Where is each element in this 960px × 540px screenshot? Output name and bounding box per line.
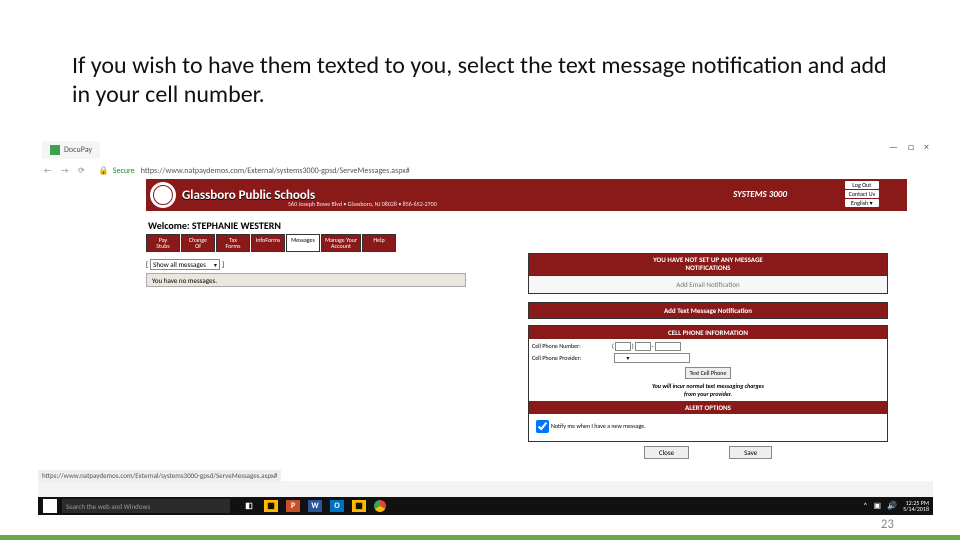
exchange-input[interactable] [635, 342, 651, 351]
tab-help[interactable]: Help [362, 234, 396, 252]
cell-info-header: CELL PHONE INFORMATION [529, 326, 887, 339]
no-notifications-banner: YOU HAVE NOT SET UP ANY MESSAGENOTIFICAT… [528, 253, 888, 276]
welcome-name: STEPHANIE WESTERN [192, 219, 281, 232]
bracket: ] [222, 260, 224, 269]
welcome-label: Welcome: [148, 219, 190, 232]
save-button[interactable]: Save [729, 446, 772, 459]
main-nav: PayStubs ChangeOf TaxForms InfoForms Mes… [146, 234, 396, 252]
slide-number: 23 [881, 517, 894, 532]
add-email-notification[interactable]: Add Email Notification [528, 275, 888, 294]
volume-icon[interactable]: 🔊 [887, 501, 897, 511]
page-content: Glassboro Public Schools 560 Joseph Bowe… [38, 179, 933, 481]
area-code-input[interactable] [615, 342, 631, 351]
taskbar-clock[interactable]: 12:25 PM5/14/2018 [903, 500, 929, 512]
lock-icon: 🔒 [99, 166, 109, 176]
charge-note: You will incur normal text messaging cha… [532, 382, 884, 398]
no-messages-box: You have no messages. [146, 273, 466, 287]
site-header: Glassboro Public Schools 560 Joseph Bowe… [146, 179, 907, 211]
chrome-tab-strip: DocuPay — □ × [38, 138, 933, 162]
browser-tab[interactable]: DocuPay [42, 141, 100, 159]
language-select[interactable]: English ▾ [845, 199, 879, 207]
nav-back-forward[interactable]: ← → ⟳ [44, 166, 89, 176]
system-brand: SYSTEMS 3000 [733, 189, 787, 200]
paren: ( [612, 342, 614, 350]
chrome-icon[interactable] [374, 500, 386, 512]
embedded-screenshot: DocuPay — □ × ← → ⟳ 🔒 Secure https://www… [38, 138, 933, 515]
notify-label: Notify me when I have a new message. [551, 422, 646, 430]
provider-label: Cell Phone Provider: [532, 354, 612, 362]
tab-title: DocuPay [64, 145, 92, 155]
cell-phone-section: CELL PHONE INFORMATION Cell Phone Number… [528, 325, 888, 442]
url-text[interactable]: https://www.natpaydemos.com/External/sys… [141, 166, 410, 176]
filter-dropdown[interactable]: Show all messages [150, 259, 220, 270]
add-text-notification[interactable]: Add Text Message Notification [528, 302, 888, 319]
tab-tax-forms[interactable]: TaxForms [216, 234, 250, 252]
close-button[interactable]: Close [644, 446, 689, 459]
provider-dropdown[interactable] [614, 353, 690, 363]
window-controls: — □ × [889, 140, 929, 153]
contact-link[interactable]: Contact Us [845, 190, 879, 198]
notify-checkbox[interactable] [536, 420, 549, 433]
slide-instruction: If you wish to have them texted to you, … [72, 52, 892, 110]
file-explorer-icon[interactable]: ▦ [264, 500, 278, 512]
district-address: 560 Joseph Bowe Blvd • Glassboro, NJ 080… [288, 200, 437, 208]
outlook-icon[interactable]: O [330, 500, 344, 512]
window-close[interactable]: × [924, 140, 929, 153]
notifications-panel: YOU HAVE NOT SET UP ANY MESSAGENOTIFICAT… [528, 253, 888, 459]
taskbar-search[interactable]: Search the web and Windows [62, 499, 230, 513]
powerpoint-icon[interactable]: P [286, 500, 300, 512]
windows-taskbar: Search the web and Windows ◧ ▦ P W O ▦ ˄… [38, 497, 933, 515]
district-logo [150, 182, 176, 208]
word-icon[interactable]: W [308, 500, 322, 512]
tab-favicon [50, 145, 60, 155]
logout-link[interactable]: Log Out [845, 181, 879, 189]
start-button[interactable] [43, 499, 57, 513]
address-bar: ← → ⟳ 🔒 Secure https://www.natpaydemos.c… [38, 162, 933, 180]
window-maximize[interactable]: □ [908, 140, 914, 153]
tray-up-icon[interactable]: ˄ [863, 501, 867, 511]
cell-number-label: Cell Phone Number: [532, 342, 612, 350]
alert-options-header: ALERT OPTIONS [529, 401, 887, 414]
dash: - [652, 342, 654, 350]
tab-manage-account[interactable]: Manage YourAccount [321, 234, 361, 252]
status-bar-url: https://www.natpaydemos.com/External/sys… [38, 470, 281, 481]
message-filter: [ Show all messages ] [146, 259, 224, 270]
tab-change-of[interactable]: ChangeOf [181, 234, 215, 252]
tab-pay-stubs[interactable]: PayStubs [146, 234, 180, 252]
folder-icon[interactable]: ▦ [352, 500, 366, 512]
tab-infoforms[interactable]: InfoForms [251, 234, 285, 252]
test-cell-button[interactable]: Test Cell Phone [685, 367, 732, 379]
bracket: [ [146, 260, 148, 269]
welcome-line: Welcome: STEPHANIE WESTERN [148, 219, 281, 232]
secure-label: Secure [113, 166, 135, 176]
line-number-input[interactable] [655, 342, 681, 351]
task-view-icon[interactable]: ◧ [242, 500, 256, 512]
tab-messages[interactable]: Messages [286, 234, 320, 252]
network-icon[interactable]: ▣ [874, 501, 882, 511]
window-minimize[interactable]: — [889, 140, 898, 153]
paren: ) [632, 342, 634, 350]
slide-accent-bar [0, 535, 960, 540]
